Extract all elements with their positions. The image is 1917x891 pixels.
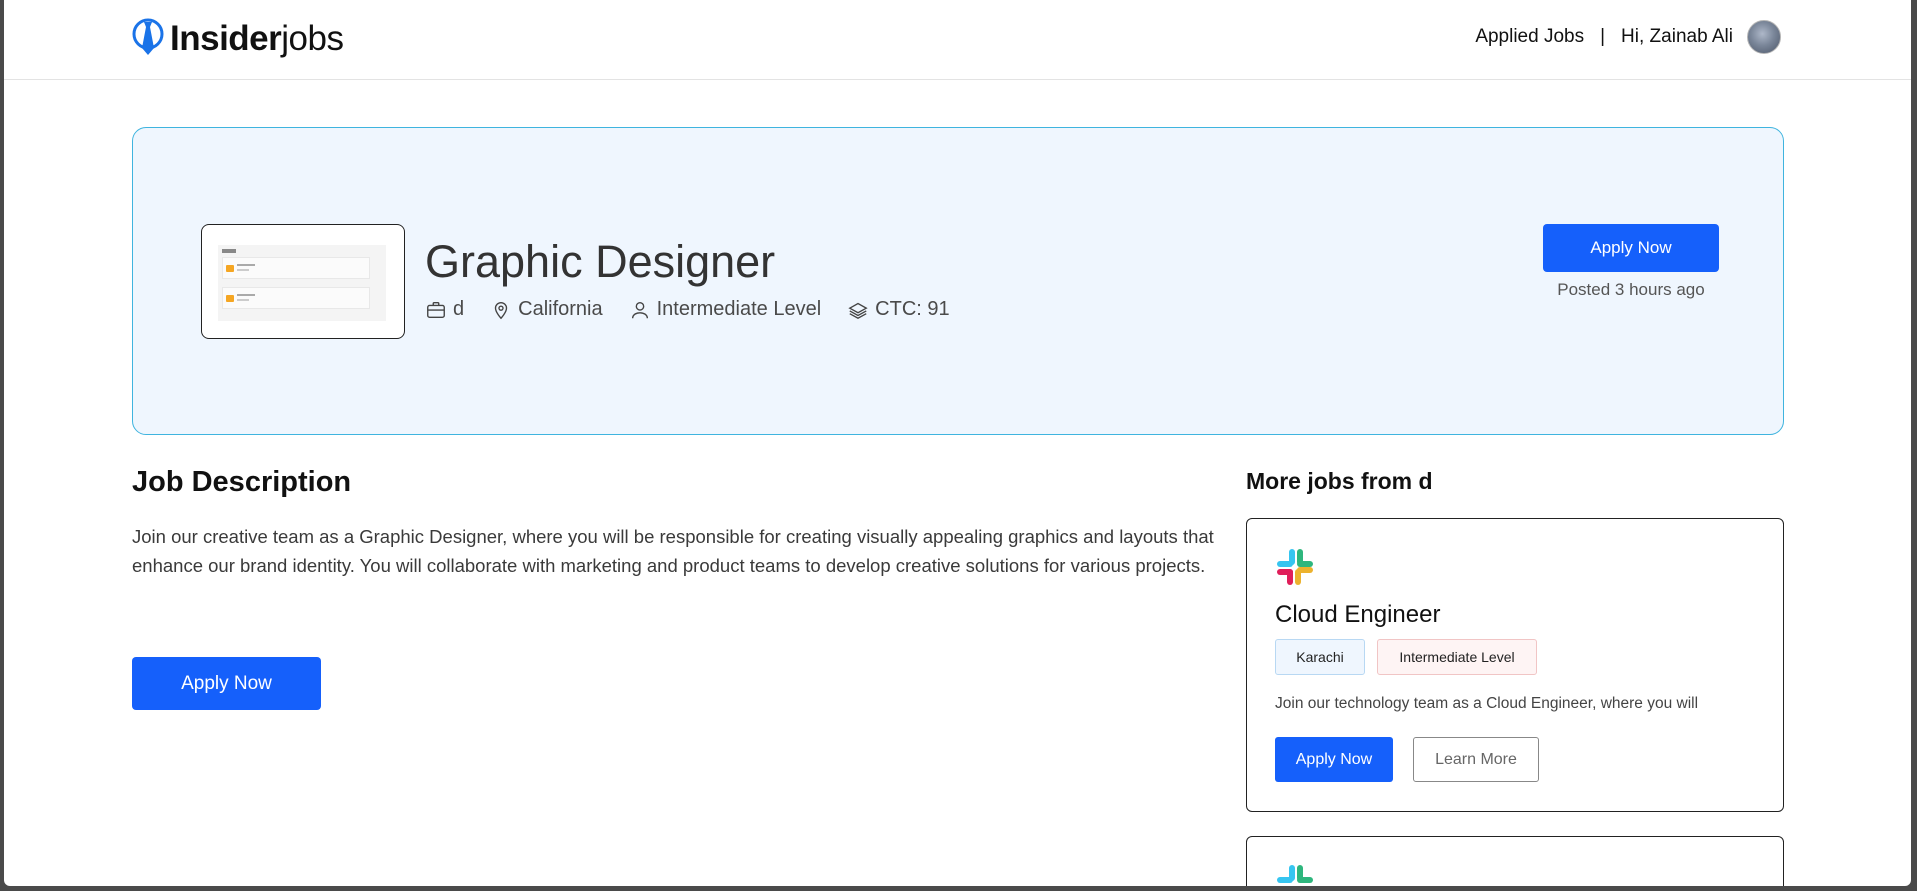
navbar: Insiderjobs Applied Jobs | Hi, Zainab Al… [4, 0, 1911, 80]
job-ctc: CTC: 91 [875, 298, 950, 320]
briefcase-icon [427, 301, 445, 318]
page: Insiderjobs Applied Jobs | Hi, Zainab Al… [4, 0, 1911, 886]
card-description: Join our technology team as a Cloud Engi… [1275, 695, 1699, 712]
level-meta: Intermediate Level [629, 298, 822, 321]
job-meta: d California Intermediate Level CTC: 91 [425, 298, 976, 321]
ctc-meta: CTC: 91 [847, 298, 950, 321]
slack-icon [1277, 549, 1313, 585]
logo-text: Insiderjobs [170, 18, 344, 58]
applied-jobs-link[interactable]: Applied Jobs [1475, 26, 1584, 48]
location-pin-icon [494, 301, 508, 319]
logo[interactable]: Insiderjobs [132, 17, 344, 59]
card-learn-more-button[interactable]: Learn More [1413, 737, 1539, 782]
logo-text-light: jobs [281, 18, 344, 58]
company-meta: d [425, 298, 464, 321]
money-stack-icon [848, 302, 868, 319]
user-greeting: Hi, Zainab Ali [1621, 26, 1733, 47]
job-card [1246, 836, 1784, 886]
job-card: Cloud Engineer Karachi Intermediate Leve… [1246, 518, 1784, 812]
card-level-tag: Intermediate Level [1377, 639, 1537, 675]
hero-apply-button[interactable]: Apply Now [1543, 224, 1719, 272]
slack-icon [1277, 865, 1313, 883]
nav-right: Applied Jobs | Hi, Zainab Ali [1475, 19, 1781, 55]
more-jobs-heading: More jobs from d [1246, 468, 1433, 494]
description-heading: Job Description [132, 466, 352, 498]
person-icon [631, 301, 648, 318]
job-location: California [518, 298, 603, 320]
job-level: Intermediate Level [656, 298, 822, 320]
posted-time: Posted 3 hours ago [1557, 280, 1705, 299]
job-hero-card: Graphic Designer d California Intermedia… [132, 127, 1784, 435]
avatar[interactable] [1747, 20, 1781, 54]
job-title: Graphic Designer [425, 236, 776, 287]
card-location-tag: Karachi [1275, 639, 1365, 675]
tie-logo-icon [132, 18, 164, 55]
card-apply-button[interactable]: Apply Now [1275, 737, 1393, 782]
company-name: d [453, 298, 465, 320]
logo-text-bold: Insider [170, 18, 282, 58]
description-text: Join our creative team as a Graphic Desi… [132, 526, 1214, 576]
location-meta: California [490, 298, 603, 321]
company-thumbnail [201, 224, 405, 339]
nav-separator: | [1600, 26, 1606, 47]
description-apply-button[interactable]: Apply Now [132, 657, 321, 710]
card-job-title: Cloud Engineer [1275, 601, 1441, 628]
